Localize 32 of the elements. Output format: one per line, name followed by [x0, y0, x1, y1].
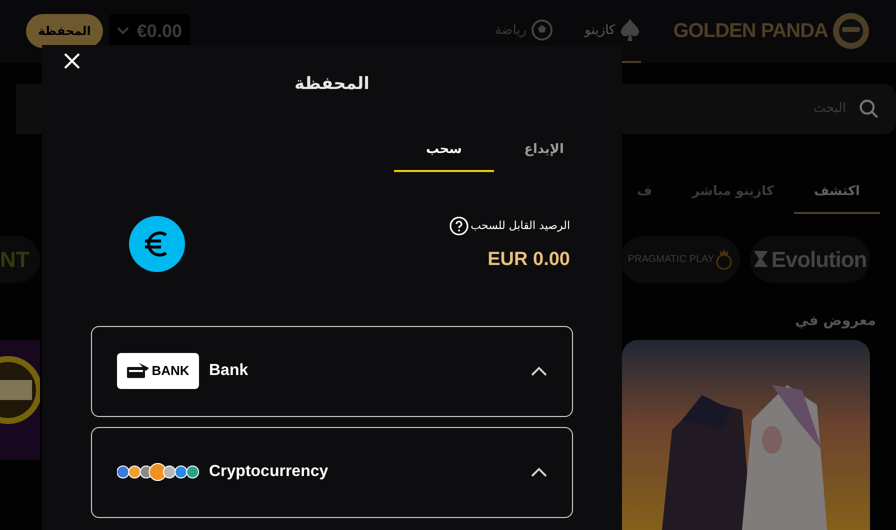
balance-text: €0.00 — [136, 20, 182, 43]
method-name: Cryptocurrency — [209, 462, 328, 482]
chevron-up-icon — [531, 467, 547, 477]
balance-amount: EUR 0.00 — [488, 248, 570, 272]
evolution-mark-icon — [753, 249, 770, 270]
modal-title: المحفظة — [294, 72, 370, 96]
ball-icon — [530, 19, 553, 42]
category-tab[interactable]: كازينو مباشر — [672, 170, 794, 214]
help-icon[interactable] — [448, 216, 469, 236]
spade-icon — [619, 18, 642, 42]
method-name: Bank — [209, 361, 248, 381]
close-button[interactable] — [62, 51, 82, 71]
wallet-button[interactable]: المحفظة — [26, 14, 103, 48]
balance-label: الرصيد القابل للسحب — [470, 218, 570, 234]
wallet-tab[interactable]: الإيداع — [494, 130, 594, 172]
card-icon — [126, 363, 149, 379]
crypto-coins-icon — [117, 463, 199, 481]
wallet-tab[interactable]: سحب — [394, 130, 494, 172]
payment-method-row[interactable]: Cryptocurrency — [91, 426, 573, 518]
provider-name: Evolution — [771, 246, 867, 274]
provider-chip[interactable]: Evolution — [750, 236, 870, 283]
category-tab[interactable]: اكتشف — [794, 170, 880, 214]
section-title: معروض في — [794, 312, 877, 331]
payment-method-row[interactable]: BANK Bank — [91, 326, 573, 416]
close-icon — [62, 51, 82, 71]
bank-logo-text: BANK — [152, 362, 190, 380]
category-tab[interactable]: ف — [616, 170, 672, 214]
chevron-down-icon — [116, 27, 129, 36]
chevron-up-icon — [531, 366, 547, 376]
logo-text: GOLDEN PANDA — [673, 19, 828, 44]
crown-circle-icon — [716, 248, 732, 270]
search-icon — [858, 98, 880, 120]
